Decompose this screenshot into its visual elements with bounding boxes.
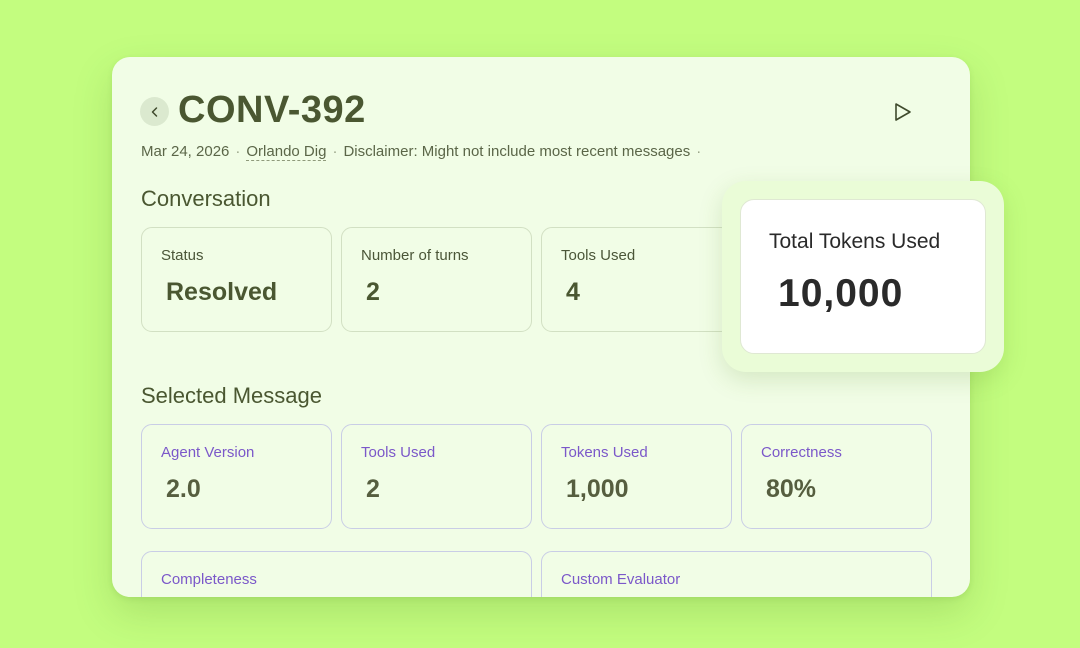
stat-label: Agent Version (161, 444, 255, 461)
page-title: CONV-392 (178, 89, 366, 131)
completeness-stat-card: Completeness (141, 551, 532, 597)
stat-value: 80% (766, 475, 817, 503)
conversation-date: Mar 24, 2026 (141, 143, 230, 160)
total-tokens-card: Total Tokens Used 10,000 (740, 199, 986, 354)
agent-version-stat-card: Agent Version 2.0 (141, 424, 332, 529)
chevron-left-icon (151, 106, 157, 117)
total-tokens-label: Total Tokens Used (769, 230, 941, 253)
stat-label: Completeness (161, 571, 257, 588)
meta-separator: · (332, 143, 338, 160)
stat-label: Tools Used (361, 444, 436, 461)
play-button[interactable] (892, 101, 914, 123)
meta-separator: · (696, 143, 702, 160)
stat-label: Status (161, 247, 204, 264)
stat-value: Resolved (166, 278, 278, 306)
play-icon (895, 103, 911, 121)
selected-message-section-title: Selected Message (141, 383, 322, 408)
custom-evaluator-stat-card: Custom Evaluator (541, 551, 932, 597)
back-button[interactable] (140, 97, 169, 126)
stat-value: 4 (566, 278, 580, 306)
stat-label: Correctness (761, 444, 842, 461)
message-tools-used-stat-card: Tools Used 2 (341, 424, 532, 529)
stat-label: Custom Evaluator (561, 571, 681, 588)
total-tokens-highlight: Total Tokens Used 10,000 (722, 181, 1004, 372)
meta-line: Mar 24, 2026 · Orlando Dig · Disclaimer: Mig… (141, 143, 707, 161)
author-link[interactable]: Orlando Dig (246, 143, 327, 161)
stat-label: Tools Used (561, 247, 636, 264)
stat-label: Number of turns (361, 247, 469, 264)
stat-label: Tokens Used (561, 444, 648, 461)
tokens-used-stat-card: Tokens Used 1,000 (541, 424, 732, 529)
tools-used-stat-card: Tools Used 4 (541, 227, 732, 332)
meta-separator: · (235, 143, 241, 160)
stat-value: 1,000 (566, 475, 629, 503)
stat-value: 2 (366, 278, 380, 306)
disclaimer-text: Disclaimer: Might not include most recen… (343, 143, 691, 160)
stat-value: 2.0 (166, 475, 201, 503)
stat-value: 2 (366, 475, 380, 503)
turns-stat-card: Number of turns 2 (341, 227, 532, 332)
conversation-section-title: Conversation (141, 186, 271, 211)
correctness-stat-card: Correctness 80% (741, 424, 932, 529)
total-tokens-value: 10,000 (778, 272, 904, 315)
status-stat-card: Status Resolved (141, 227, 332, 332)
